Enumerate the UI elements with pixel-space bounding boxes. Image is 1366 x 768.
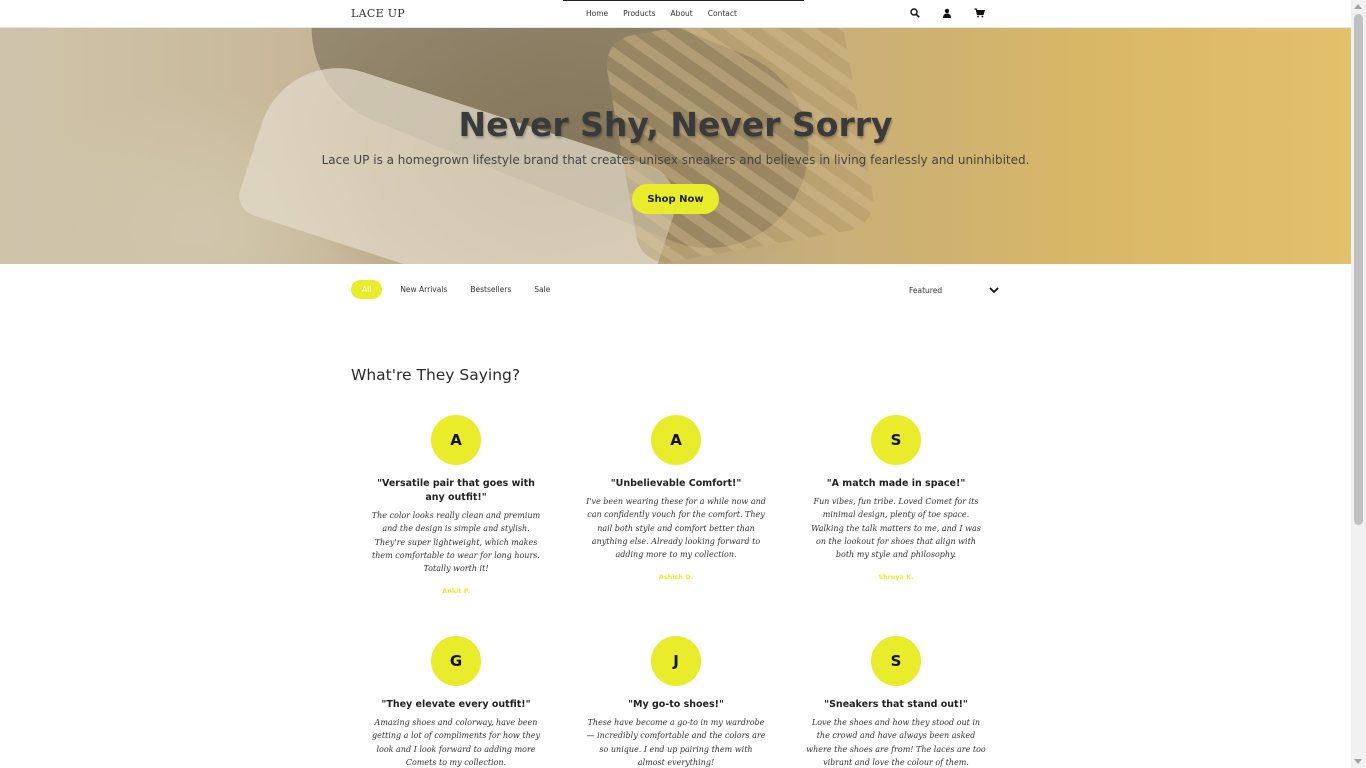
nav-link-home[interactable]: Home bbox=[586, 9, 608, 18]
sort-dropdown[interactable]: Featured bbox=[909, 283, 999, 297]
testimonial-body: I've been wearing these for a while now … bbox=[586, 497, 766, 560]
testimonial-card: J "My go-to shoes!" These have become a … bbox=[586, 636, 766, 768]
chevron-down-icon bbox=[989, 286, 999, 293]
avatar: S bbox=[871, 415, 921, 465]
nav-top-indicator bbox=[563, 0, 804, 1]
nav-link-about[interactable]: About bbox=[671, 9, 693, 18]
top-navbar: LACE UP Home Products About Contact bbox=[0, 0, 1351, 28]
product-filter-bar: All New Arrivals Bestsellers Sale bbox=[351, 280, 563, 299]
hero-sneaker-laces bbox=[601, 28, 879, 264]
page-scrollbar[interactable] bbox=[1351, 0, 1366, 768]
testimonial-card: S "Sneakers that stand out!" Love the sh… bbox=[806, 636, 986, 768]
nav-link-contact[interactable]: Contact bbox=[708, 9, 737, 18]
shop-now-button[interactable]: Shop Now bbox=[632, 184, 719, 214]
filter-chip-sale[interactable]: Sale bbox=[524, 280, 560, 299]
testimonial-body: Amazing shoes and colorway, have been ge… bbox=[371, 718, 540, 767]
testimonial-heading: "Sneakers that stand out!" bbox=[824, 699, 968, 710]
testimonial-body: These have become a go-to in my wardrobe… bbox=[586, 718, 766, 767]
main-nav: Home Products About Contact bbox=[586, 9, 737, 18]
hero-banner: Never Shy, Never Sorry Lace UP is a home… bbox=[0, 28, 1351, 264]
testimonial-heading: "Unbelievable Comfort!" bbox=[610, 478, 742, 489]
testimonial-author: Shreya K. bbox=[878, 573, 914, 582]
sort-selected-value: Featured bbox=[909, 285, 943, 295]
testimonial-heading: "A match made in space!" bbox=[826, 478, 966, 489]
hero-subtitle: Lace UP is a homegrown lifestyle brand t… bbox=[321, 153, 1030, 167]
testimonial-body: Love the shoes and how they stood out in… bbox=[806, 718, 986, 767]
scroll-up-icon[interactable] bbox=[1354, 4, 1362, 9]
testimonial-heading: "They elevate every outfit!" bbox=[381, 699, 531, 710]
filter-chip-all[interactable]: All bbox=[351, 280, 383, 299]
user-icon[interactable] bbox=[941, 7, 953, 19]
scroll-down-icon[interactable] bbox=[1354, 759, 1362, 764]
filter-chip-bestsellers[interactable]: Bestsellers bbox=[460, 280, 521, 299]
testimonial-author: Ankit P. bbox=[442, 587, 470, 596]
testimonial-author: Ashish D. bbox=[658, 573, 694, 582]
testimonial-body: The color looks really clean and premium… bbox=[371, 511, 541, 574]
scrollbar-thumb[interactable] bbox=[1354, 14, 1363, 525]
testimonial-heading: "My go-to shoes!" bbox=[628, 699, 724, 710]
testimonial-body: Fun vibes, fun tribe. Loved Comet for it… bbox=[811, 497, 981, 560]
testimonial-card: G "They elevate every outfit!" Amazing s… bbox=[366, 636, 546, 768]
avatar: G bbox=[431, 636, 481, 686]
search-icon[interactable] bbox=[909, 7, 921, 19]
testimonial-card: A "Unbelievable Comfort!" I've been wear… bbox=[586, 415, 766, 581]
avatar: A bbox=[651, 415, 701, 465]
avatar: A bbox=[431, 415, 481, 465]
brand-logo[interactable]: LACE UP bbox=[351, 7, 405, 20]
filter-chip-new-arrivals[interactable]: New Arrivals bbox=[390, 280, 457, 299]
testimonial-heading: "Versatile pair that goes with any outfi… bbox=[377, 478, 535, 503]
nav-link-products[interactable]: Products bbox=[623, 9, 655, 18]
hero-title: Never Shy, Never Sorry bbox=[458, 105, 893, 144]
header-icons bbox=[909, 7, 985, 19]
avatar: S bbox=[871, 636, 921, 686]
testimonials-title: What're They Saying? bbox=[351, 366, 521, 384]
cart-icon[interactable] bbox=[973, 7, 985, 19]
avatar: J bbox=[651, 636, 701, 686]
testimonial-card: A "Versatile pair that goes with any out… bbox=[366, 415, 546, 595]
testimonial-card: S "A match made in space!" Fun vibes, fu… bbox=[806, 415, 986, 581]
